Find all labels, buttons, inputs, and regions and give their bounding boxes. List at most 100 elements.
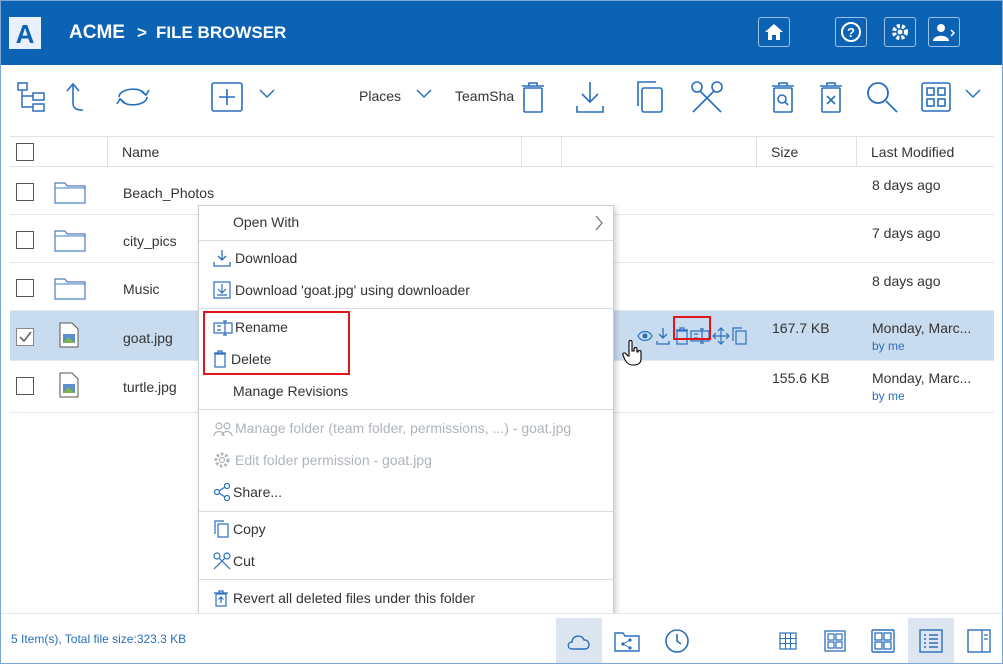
- menu-divider: [199, 308, 613, 309]
- status-bar: 5 Item(s), Total file size:323.3 KB: [1, 613, 1002, 663]
- menu-download[interactable]: Download: [199, 242, 613, 274]
- new-item-button[interactable]: [207, 77, 247, 117]
- header-bar: A ACME > FILE BROWSER ?: [1, 1, 1002, 65]
- folder-icon: [54, 230, 86, 252]
- restore-trash-icon: [214, 590, 228, 607]
- view-small-icons-button[interactable]: [765, 618, 811, 663]
- file-modified: Monday, Marc...: [872, 370, 972, 386]
- file-name[interactable]: turtle.jpg: [123, 379, 177, 395]
- account-button[interactable]: [928, 17, 960, 47]
- chevron-down-icon[interactable]: [258, 87, 276, 101]
- parent-folder-button[interactable]: [55, 77, 95, 117]
- search-icon: [867, 82, 898, 113]
- help-icon: ?: [841, 22, 861, 42]
- view-details-pane-button[interactable]: [956, 618, 1002, 663]
- menu-open-with[interactable]: Open With: [199, 206, 613, 240]
- places-dropdown-label[interactable]: Places: [359, 88, 401, 104]
- menu-share[interactable]: Share...: [199, 476, 613, 508]
- menu-download-using-label: Download 'goat.jpg' using downloader: [235, 282, 470, 298]
- menu-copy[interactable]: Copy: [199, 513, 613, 545]
- row-checkbox[interactable]: [16, 231, 34, 249]
- purge-trash-button[interactable]: [811, 77, 851, 117]
- move-icon[interactable]: [712, 327, 730, 345]
- brand-name: ACME: [69, 22, 125, 43]
- column-last-modified[interactable]: Last Modified: [856, 137, 994, 167]
- menu-manage-folder-label: Manage folder (team folder, permissions,…: [235, 420, 572, 436]
- trash-search-icon: [772, 82, 794, 113]
- row-checkbox[interactable]: [16, 279, 34, 297]
- cloud-view-button[interactable]: [556, 618, 602, 663]
- menu-download-using-downloader[interactable]: Download 'goat.jpg' using downloader: [199, 274, 613, 306]
- file-name[interactable]: Music: [123, 281, 160, 297]
- view-large-icons-button[interactable]: [860, 618, 906, 663]
- teamshare-label[interactable]: TeamSha: [455, 88, 515, 104]
- row-checkbox-checked[interactable]: [16, 328, 34, 346]
- gear-icon: [892, 24, 908, 40]
- menu-cut-label: Cut: [233, 553, 255, 569]
- column-actions: [561, 137, 756, 167]
- recent-button[interactable]: [654, 618, 700, 663]
- list-icon: [919, 629, 943, 653]
- status-summary: 5 Item(s), Total file size:323.3 KB: [11, 632, 187, 646]
- places-chevron-icon[interactable]: [415, 87, 433, 101]
- copy-icon[interactable]: [731, 327, 747, 345]
- menu-edit-permission-label: Edit folder permission - goat.jpg: [235, 452, 432, 468]
- trash-icon: [522, 82, 544, 113]
- download-icon[interactable]: [656, 327, 670, 345]
- search-button[interactable]: [862, 77, 902, 117]
- breadcrumb-current: FILE BROWSER: [156, 23, 287, 42]
- file-modified-by[interactable]: by me: [872, 389, 905, 403]
- copy-icon: [637, 81, 663, 113]
- user-icon: [933, 24, 956, 41]
- copy-toolbar-button[interactable]: [629, 77, 669, 117]
- refresh-icon: [116, 88, 150, 106]
- menu-divider: [199, 579, 613, 580]
- select-all-checkbox[interactable]: [16, 143, 34, 161]
- file-modified: 8 days ago: [872, 273, 941, 289]
- downloader-icon: [213, 281, 231, 299]
- file-modified: 8 days ago: [872, 177, 941, 193]
- home-button[interactable]: [758, 17, 790, 47]
- menu-revert-label: Revert all deleted files under this fold…: [233, 590, 476, 606]
- file-modified: 7 days ago: [872, 225, 941, 241]
- download-toolbar-button[interactable]: [570, 77, 610, 117]
- search-trash-button[interactable]: [763, 77, 803, 117]
- app-logo: A: [9, 17, 41, 49]
- view-list-button[interactable]: [908, 618, 954, 663]
- shared-folder-button[interactable]: [604, 618, 650, 663]
- file-name[interactable]: city_pics: [123, 233, 177, 249]
- cut-toolbar-button[interactable]: [687, 77, 727, 117]
- chevron-right-icon: [595, 215, 603, 231]
- scissors-icon: [691, 81, 723, 113]
- action-highlight-box: [673, 316, 711, 340]
- scissors-icon: [213, 552, 231, 570]
- team-icon: [213, 422, 233, 437]
- view-chevron-icon[interactable]: [964, 87, 982, 101]
- svg-text:?: ?: [847, 25, 855, 40]
- file-name[interactable]: Beach_Photos: [123, 185, 214, 201]
- copy-icon: [214, 520, 229, 538]
- menu-manage-revisions-label: Manage Revisions: [233, 383, 349, 399]
- row-checkbox[interactable]: [16, 183, 34, 201]
- settings-button[interactable]: [884, 17, 916, 47]
- column-size[interactable]: Size: [756, 137, 856, 167]
- view-grid-button[interactable]: [916, 77, 956, 117]
- file-name[interactable]: goat.jpg: [123, 330, 173, 346]
- delete-toolbar-button[interactable]: [513, 77, 553, 117]
- help-button[interactable]: ?: [835, 17, 867, 47]
- file-size: 155.6 KB: [772, 370, 830, 386]
- refresh-button[interactable]: [113, 77, 153, 117]
- file-modified-by[interactable]: by me: [872, 339, 905, 353]
- details-pane-icon: [967, 629, 991, 653]
- download-icon: [213, 250, 231, 267]
- menu-divider: [199, 511, 613, 512]
- menu-revert-deleted[interactable]: Revert all deleted files under this fold…: [199, 582, 613, 614]
- row-checkbox[interactable]: [16, 377, 34, 395]
- folder-tree-button[interactable]: [11, 77, 51, 117]
- column-name[interactable]: Name: [107, 137, 521, 167]
- menu-cut[interactable]: Cut: [199, 545, 613, 577]
- folder-icon: [54, 278, 86, 300]
- view-medium-icons-button[interactable]: [812, 618, 858, 663]
- trash-x-icon: [820, 82, 842, 113]
- menu-manage-revisions[interactable]: Manage Revisions: [199, 375, 613, 407]
